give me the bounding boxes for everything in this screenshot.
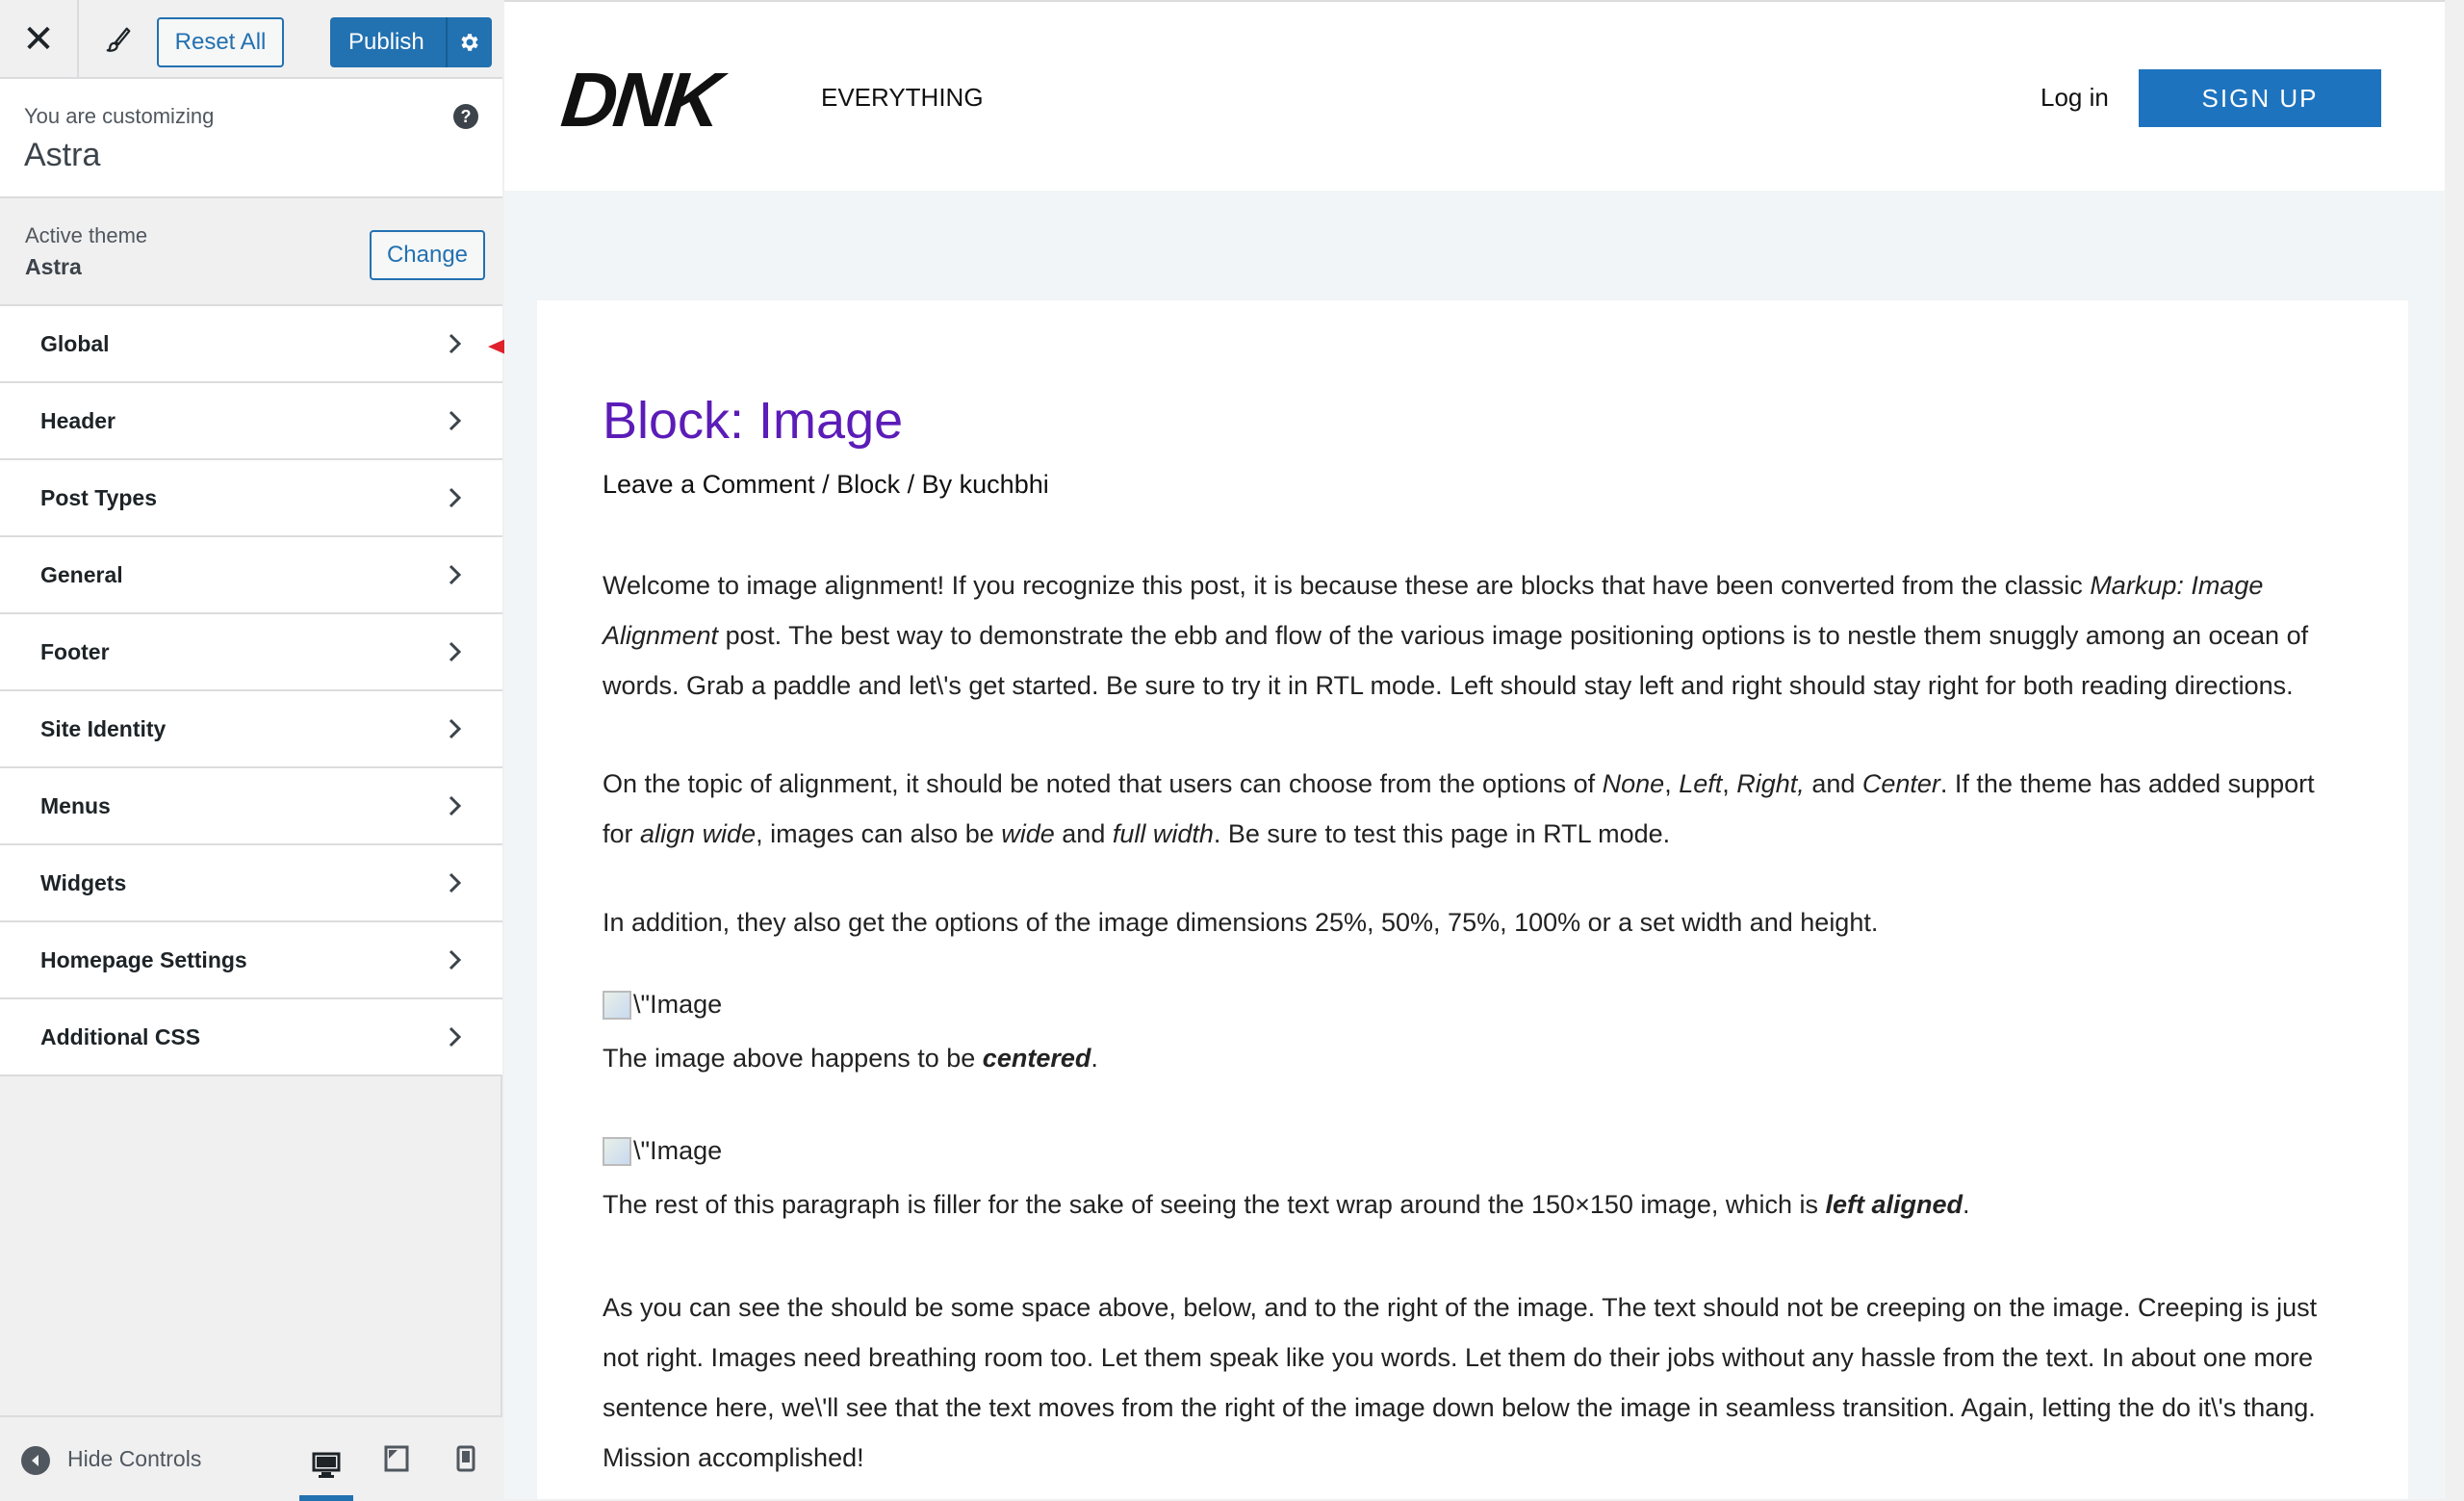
customizing-info: You are customizing Astra ? bbox=[0, 79, 502, 198]
active-theme-section: Active theme Astra Change bbox=[0, 198, 502, 306]
image-alt-text: \"Image bbox=[633, 1136, 723, 1165]
hide-controls-icon bbox=[21, 1446, 50, 1475]
panel-label: Site Identity bbox=[40, 716, 167, 741]
preview-mobile-button[interactable] bbox=[439, 1435, 493, 1483]
panel-general[interactable]: General bbox=[0, 537, 502, 614]
active-theme-label: Active theme bbox=[25, 223, 148, 247]
panel-label: Header bbox=[40, 408, 116, 433]
chevron-right-icon bbox=[449, 718, 462, 739]
hide-controls-label: Hide Controls bbox=[67, 1446, 202, 1471]
paragraph: As you can see the should be some space … bbox=[603, 1293, 2318, 1472]
chevron-right-icon bbox=[449, 641, 462, 662]
panel-additional-css[interactable]: Additional CSS bbox=[0, 999, 502, 1076]
broken-image: \"Image bbox=[603, 990, 722, 1020]
panel-label: Menus bbox=[40, 793, 111, 818]
chevron-right-icon bbox=[449, 410, 462, 431]
image-caption: The rest of this paragraph is filler for… bbox=[603, 1190, 1970, 1219]
panel-global[interactable]: Global bbox=[0, 306, 502, 383]
customizer-panels: Global Header Post Types General Footer Site … bbox=[0, 306, 502, 1076]
post-meta: Leave a Comment / Block / By kuchbhi bbox=[603, 470, 1049, 499]
nav-item-everything[interactable]: EVERYTHING bbox=[821, 83, 984, 113]
panel-label: Post Types bbox=[40, 485, 157, 510]
signup-button[interactable]: SIGN UP bbox=[2139, 69, 2381, 127]
brush-icon bbox=[106, 27, 131, 52]
preview-tablet-button[interactable] bbox=[370, 1435, 424, 1483]
paragraph: In addition, they also get the options o… bbox=[603, 908, 1879, 937]
close-icon: ✕ bbox=[22, 18, 55, 61]
mobile-icon bbox=[456, 1445, 475, 1472]
publish-button[interactable]: Publish bbox=[330, 17, 492, 67]
help-icon[interactable]: ? bbox=[453, 104, 478, 129]
chevron-right-icon bbox=[449, 949, 462, 970]
broken-image-icon bbox=[603, 1136, 631, 1166]
panel-label: Global bbox=[40, 331, 110, 356]
active-theme-name: Astra bbox=[25, 254, 82, 279]
publish-label: Publish bbox=[348, 29, 424, 55]
chevron-right-icon bbox=[449, 872, 462, 893]
panel-label: Additional CSS bbox=[40, 1024, 201, 1049]
chevron-right-icon bbox=[449, 487, 462, 508]
paragraph: On the topic of alignment, it should be … bbox=[603, 769, 2315, 848]
login-link[interactable]: Log in bbox=[2040, 83, 2109, 113]
image-alt-text: \"Image bbox=[633, 990, 723, 1019]
image-caption: The image above happens to be centered. bbox=[603, 1044, 1098, 1073]
chevron-right-icon bbox=[449, 564, 462, 585]
change-theme-button[interactable]: Change bbox=[370, 230, 485, 280]
site-logo[interactable]: DNK bbox=[557, 56, 722, 144]
panel-label: Footer bbox=[40, 639, 110, 664]
panel-label: Homepage Settings bbox=[40, 947, 247, 972]
panel-menus[interactable]: Menus bbox=[0, 768, 502, 845]
broken-image: \"Image bbox=[603, 1136, 722, 1166]
customizing-label: You are customizing bbox=[24, 104, 215, 128]
reset-all-button[interactable]: Reset All bbox=[157, 17, 284, 67]
preview-desktop-button[interactable] bbox=[299, 1435, 353, 1501]
broken-image-icon bbox=[603, 990, 631, 1020]
post-article: Block: Image Leave a Comment / Block / B… bbox=[537, 300, 2408, 1499]
panel-label: General bbox=[40, 562, 123, 587]
publish-settings-button[interactable] bbox=[446, 17, 492, 67]
panel-footer[interactable]: Footer bbox=[0, 614, 502, 691]
customizer-sidebar: ✕ Reset All Publish You are customizing … bbox=[0, 0, 502, 1501]
panel-header[interactable]: Header bbox=[0, 383, 502, 460]
post-title[interactable]: Block: Image bbox=[603, 391, 903, 451]
chevron-right-icon bbox=[449, 1026, 462, 1048]
panel-homepage-settings[interactable]: Homepage Settings bbox=[0, 922, 502, 999]
close-button[interactable]: ✕ bbox=[0, 0, 79, 79]
customizer-toolbar: ✕ Reset All Publish bbox=[0, 0, 502, 79]
customizing-theme-name: Astra bbox=[24, 137, 101, 173]
panel-site-identity[interactable]: Site Identity bbox=[0, 691, 502, 768]
tablet-icon bbox=[384, 1445, 409, 1472]
chevron-right-icon bbox=[449, 333, 462, 354]
customizer-footer: Hide Controls bbox=[0, 1415, 502, 1501]
paragraph: Welcome to image alignment! If you recog… bbox=[603, 571, 2309, 700]
panel-post-types[interactable]: Post Types bbox=[0, 460, 502, 537]
panel-label: Widgets bbox=[40, 870, 127, 895]
site-header: DNK EVERYTHING Log in SIGN UP bbox=[504, 2, 2445, 191]
desktop-icon bbox=[312, 1452, 341, 1478]
site-preview: DNK EVERYTHING Log in SIGN UP Block: Ima… bbox=[504, 0, 2445, 1499]
chevron-right-icon bbox=[449, 795, 462, 816]
panel-widgets[interactable]: Widgets bbox=[0, 845, 502, 922]
customize-styles-button[interactable] bbox=[81, 0, 156, 79]
gear-icon bbox=[461, 34, 478, 51]
